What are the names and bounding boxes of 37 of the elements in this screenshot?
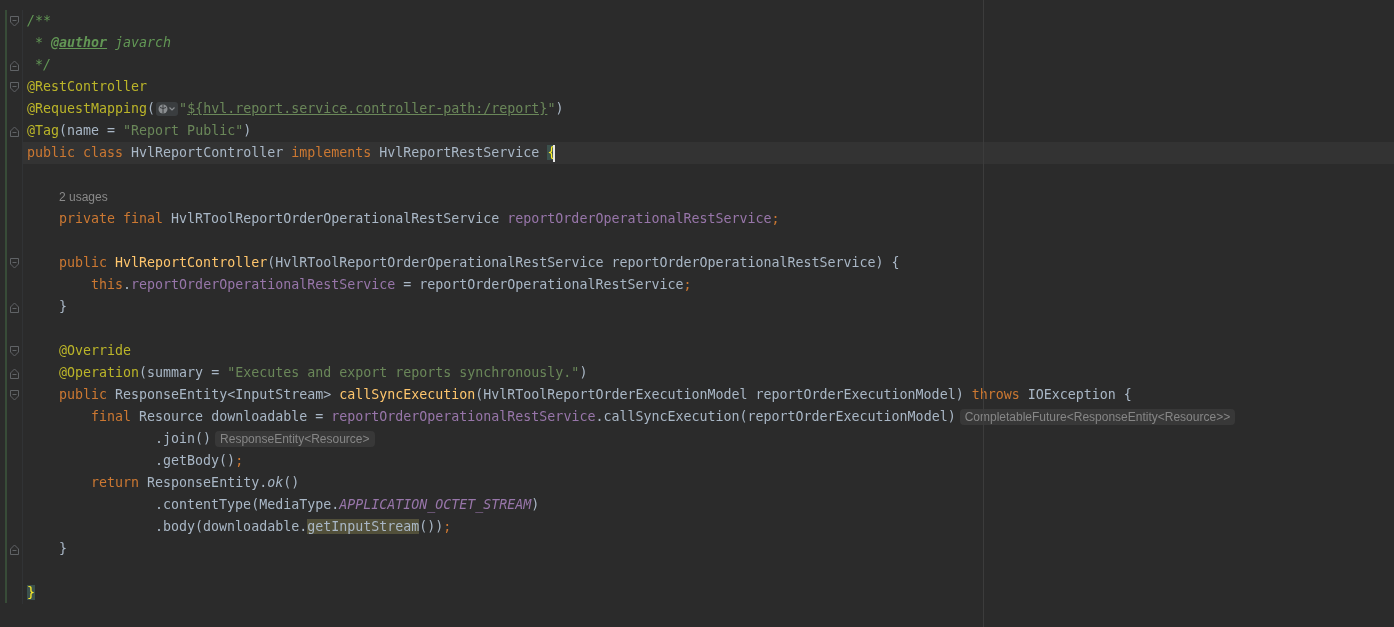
type-hint: CompletableFuture<ResponseEntity<Resource>> <box>959 409 1236 425</box>
fold-icon[interactable] <box>10 301 19 313</box>
code-text: .getBody(); <box>155 452 244 470</box>
code-text: public HvlReportController(HvlRToolReportOrderOperationalRestService reportOrderOperationalRestService) { <box>59 254 900 272</box>
code-text: this.reportOrderOperationalRestService = reportOrderOperationalRestService; <box>91 276 692 294</box>
text-cursor <box>553 144 556 162</box>
usages-hint[interactable]: 2 usages <box>59 190 108 204</box>
code-text: } <box>59 298 68 316</box>
code-text: */ <box>34 56 52 74</box>
code-text: @RestController <box>27 78 148 96</box>
code-text: } <box>59 540 68 558</box>
fold-icon[interactable] <box>10 257 19 269</box>
type-hint: ResponseEntity<Resource> <box>215 431 375 447</box>
fold-icon[interactable] <box>10 15 19 27</box>
code-text: final Resource downloadable = reportOrderOperationalRestService.callSyncExecution(reportOrderExecutionModel) <box>91 408 956 426</box>
code-text: @Tag(name = "Report Public") <box>27 122 252 140</box>
fold-icon[interactable] <box>10 367 19 379</box>
code-text: * @author javarch <box>34 34 172 52</box>
code-text: } <box>27 584 35 602</box>
code-text: return ResponseEntity.ok() <box>91 474 300 492</box>
fold-icon[interactable] <box>10 543 19 555</box>
globe-dropdown-icon[interactable] <box>156 102 179 116</box>
fold-icon[interactable] <box>10 125 19 137</box>
code-text: private final HvlRToolReportOrderOperationalRestService reportOrderOperationalRestService; <box>59 210 780 228</box>
code-text: @Operation(summary = "Executes and export reports synchronously.") <box>59 364 588 382</box>
code-text: .body(downloadable.getInputStream()); <box>155 518 452 536</box>
code-text: @RequestMapping( <box>27 100 156 118</box>
fold-icon[interactable] <box>10 81 19 93</box>
fold-icon[interactable] <box>10 345 19 357</box>
fold-icon[interactable] <box>10 389 19 401</box>
code-text: "${hvl.report.service.controller-path:/report}") <box>179 100 564 118</box>
code-text: public ResponseEntity<InputStream> callSyncExecution(HvlRToolReportOrderExecutionModel reportOrderExecutionModel) throws IOException { <box>59 386 1132 404</box>
code-text: .join() <box>155 430 212 448</box>
code-text: .contentType(MediaType.APPLICATION_OCTET_STREAM) <box>155 496 540 514</box>
code-text: @Override <box>59 342 132 360</box>
code-text: /** <box>27 12 52 30</box>
fold-icon[interactable] <box>10 59 19 71</box>
